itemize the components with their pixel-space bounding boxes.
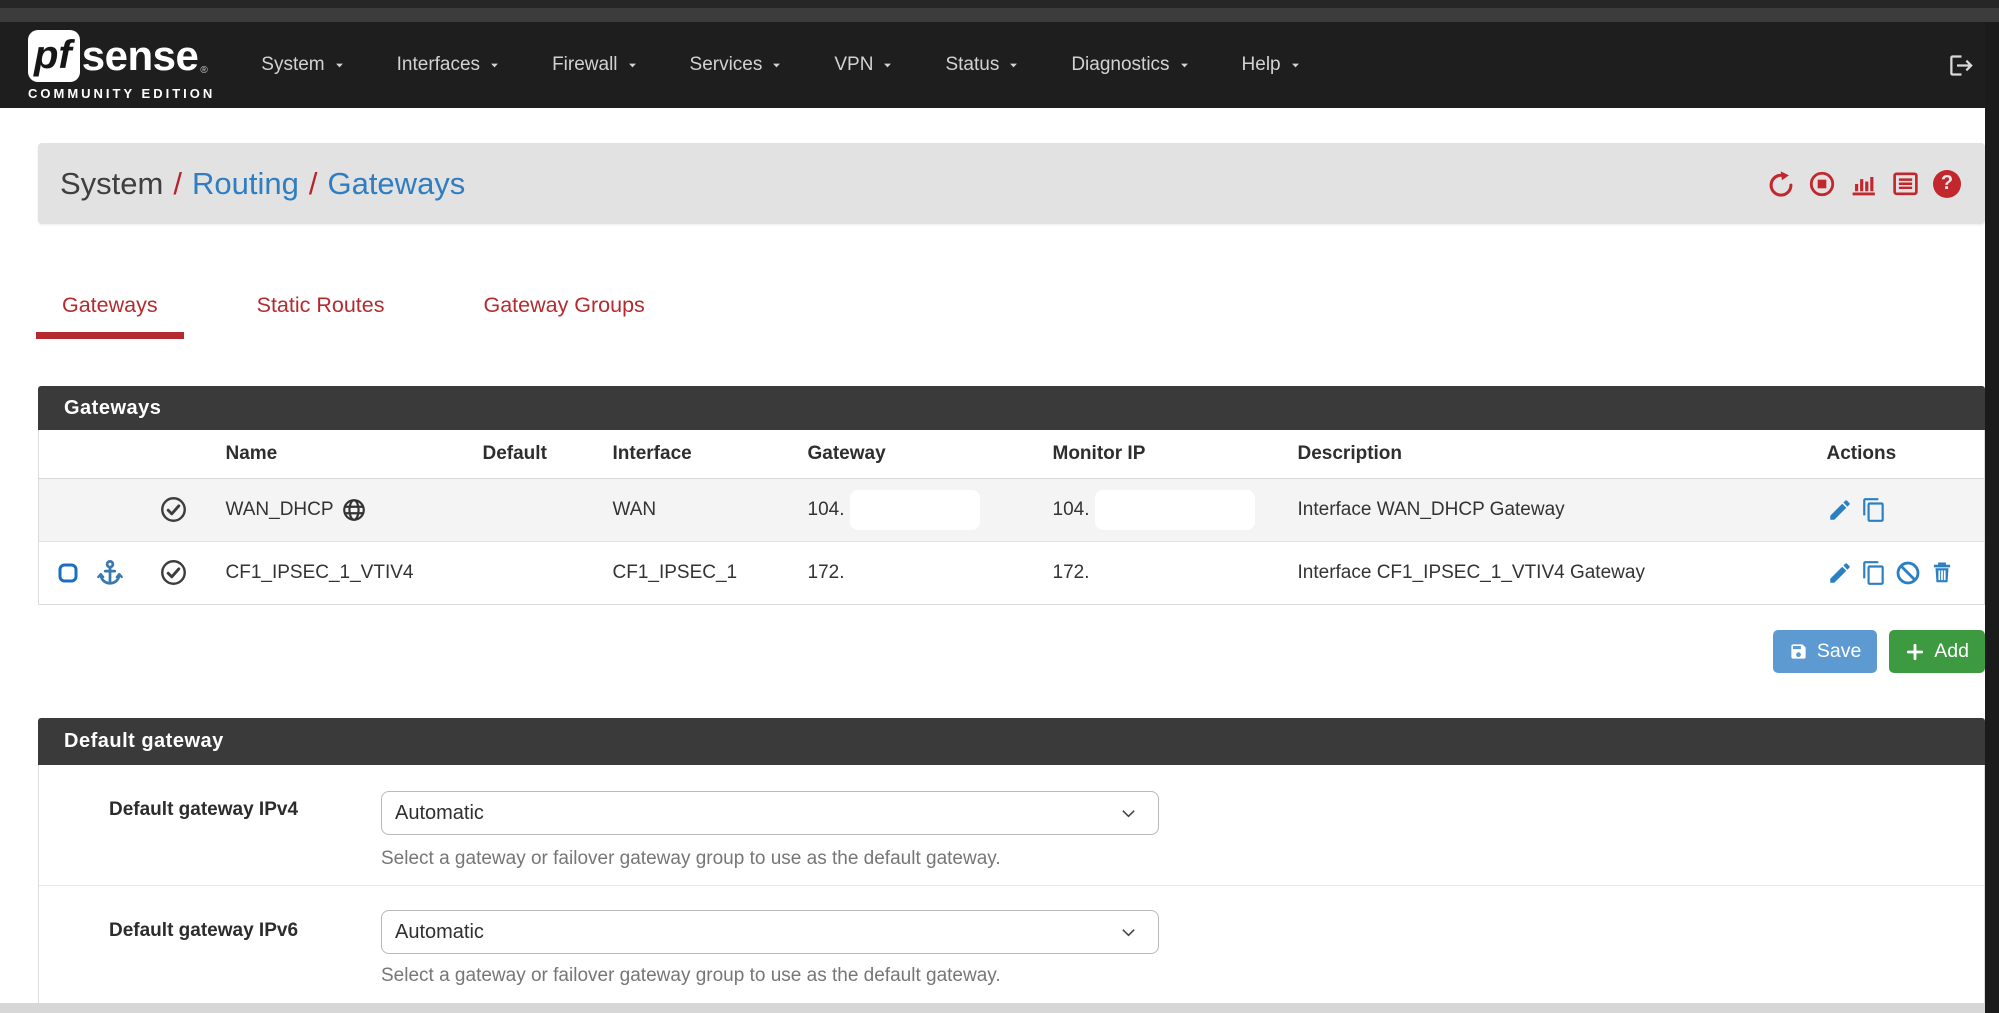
window-top-strip [0,8,1999,22]
monitor-ip: 172. [1041,541,1286,604]
help-icon[interactable]: ? [1933,170,1961,198]
gateways-panel: Gateways Name Default Interface Gateway … [38,386,1985,605]
save-icon [1789,642,1808,661]
chevron-down-icon [1290,60,1301,71]
gateway-description: Interface WAN_DHCP Gateway [1286,478,1801,541]
gateway-address: 104. [808,499,845,520]
chevron-down-icon [334,60,345,71]
log-icon[interactable] [1891,169,1920,198]
breadcrumb-bar: System / Routing / Gateways ? [38,143,1985,224]
column-header-actions: Actions [1801,430,1985,478]
nav-menu: System Interfaces Firewall Services VPN … [261,54,1352,76]
logo-registered-mark: ® [200,65,207,76]
nav-item-firewall[interactable]: Firewall [552,54,637,76]
table-row: WAN_DHCP WAN 104. 104. Interface WAN_DHC… [39,478,1985,541]
plus-icon [1905,642,1925,662]
copy-icon[interactable] [1861,499,1887,520]
nav-item-system[interactable]: System [261,54,344,76]
default-gateway-panel-title: Default gateway [38,718,1985,765]
default-gateway-ipv4-select[interactable]: Automatic [381,791,1159,835]
anchor-icon [95,562,125,583]
chevron-down-icon [1008,60,1019,71]
logo-edition: COMMUNITY EDITION [28,86,215,101]
default-gateway-ipv6-help: Select a gateway or failover gateway gro… [381,965,1001,987]
nav-item-interfaces[interactable]: Interfaces [397,54,500,76]
gateway-address: 172. [796,541,1041,604]
gateway-interface: WAN [601,478,796,541]
window-right-edge [1985,22,1999,1013]
default-gateway-panel: Default gateway Default gateway IPv4 Aut… [38,718,1985,1003]
nav-item-status[interactable]: Status [945,54,1019,76]
chevron-down-icon [489,60,500,71]
table-header-row: Name Default Interface Gateway Monitor I… [39,430,1985,478]
top-navbar: pf sense ® COMMUNITY EDITION System Inte… [0,22,1999,108]
globe-icon [341,499,367,520]
column-header-default: Default [471,430,601,478]
breadcrumb-gateways[interactable]: Gateways [327,166,465,202]
chevron-down-icon [627,60,638,71]
chevron-down-icon [882,60,893,71]
tab-static-routes[interactable]: Static Routes [231,285,411,339]
redacted-value [1095,490,1255,530]
tab-gateway-groups[interactable]: Gateway Groups [457,285,670,339]
gateway-name: CF1_IPSEC_1_VTIV4 [214,541,471,604]
gateway-interface: CF1_IPSEC_1 [601,541,796,604]
copy-icon[interactable] [1861,562,1887,583]
column-header-icons [39,430,214,478]
chevron-down-icon [1179,60,1190,71]
default-gateway-ipv4-label: Default gateway IPv4 [109,799,298,821]
redacted-value [850,490,980,530]
delete-icon[interactable] [1929,562,1955,583]
table-row: CF1_IPSEC_1_VTIV4 CF1_IPSEC_1 172. 172. … [39,541,1985,604]
disable-icon[interactable] [1895,562,1921,583]
column-header-description: Description [1286,430,1801,478]
refresh-icon[interactable] [1767,170,1795,198]
gateway-description: Interface CF1_IPSEC_1_VTIV4 Gateway [1286,541,1801,604]
check-circle-icon [159,499,188,520]
check-circle-icon [159,562,188,583]
gateway-name: WAN_DHCP [226,499,334,520]
form-row-ipv6: Default gateway IPv6 Automatic Select a … [39,885,1984,1003]
nav-item-diagnostics[interactable]: Diagnostics [1071,54,1189,76]
breadcrumb-system: System [60,166,163,202]
edit-icon[interactable] [1827,499,1853,520]
window-bottom-edge [0,1003,1999,1013]
add-button[interactable]: Add [1889,630,1985,673]
tab-gateways[interactable]: Gateways [36,285,184,339]
chevron-down-icon [771,60,782,71]
save-button[interactable]: Save [1773,630,1877,673]
column-header-interface: Interface [601,430,796,478]
sign-out-icon[interactable] [1948,52,1975,79]
monitor-ip: 104. [1053,499,1090,520]
pfsense-logo[interactable]: pf sense ® COMMUNITY EDITION [28,30,215,101]
default-gateway-ipv6-select[interactable]: Automatic [381,910,1159,954]
form-row-ipv4: Default gateway IPv4 Automatic Select a … [39,765,1984,885]
column-header-gateway: Gateway [796,430,1041,478]
column-header-name: Name [214,430,471,478]
breadcrumb: System / Routing / Gateways [60,166,465,202]
column-header-monitor-ip: Monitor IP [1041,430,1286,478]
breadcrumb-separator: / [173,166,182,202]
breadcrumb-routing[interactable]: Routing [192,166,299,202]
gateways-panel-title: Gateways [38,386,1985,430]
logo-sense: sense [82,32,199,80]
nav-item-help[interactable]: Help [1242,54,1301,76]
logo-pf: pf [28,30,80,82]
button-row: Save Add [38,630,1985,673]
nav-item-services[interactable]: Services [690,54,783,76]
routing-tabs: Gateways Static Routes Gateway Groups [36,285,718,339]
default-gateway-ipv6-label: Default gateway IPv6 [109,920,298,942]
stop-circle-icon[interactable] [1808,170,1836,198]
gateways-table: Name Default Interface Gateway Monitor I… [38,430,1985,605]
nav-item-vpn[interactable]: VPN [834,54,893,76]
window-top-edge [0,0,1999,8]
breadcrumb-separator: / [309,166,318,202]
edit-icon[interactable] [1827,562,1853,583]
default-gateway-ipv4-help: Select a gateway or failover gateway gro… [381,848,1001,870]
square-icon [56,562,80,583]
chart-bar-icon[interactable] [1849,169,1878,198]
page-action-icons: ? [1767,169,1961,198]
